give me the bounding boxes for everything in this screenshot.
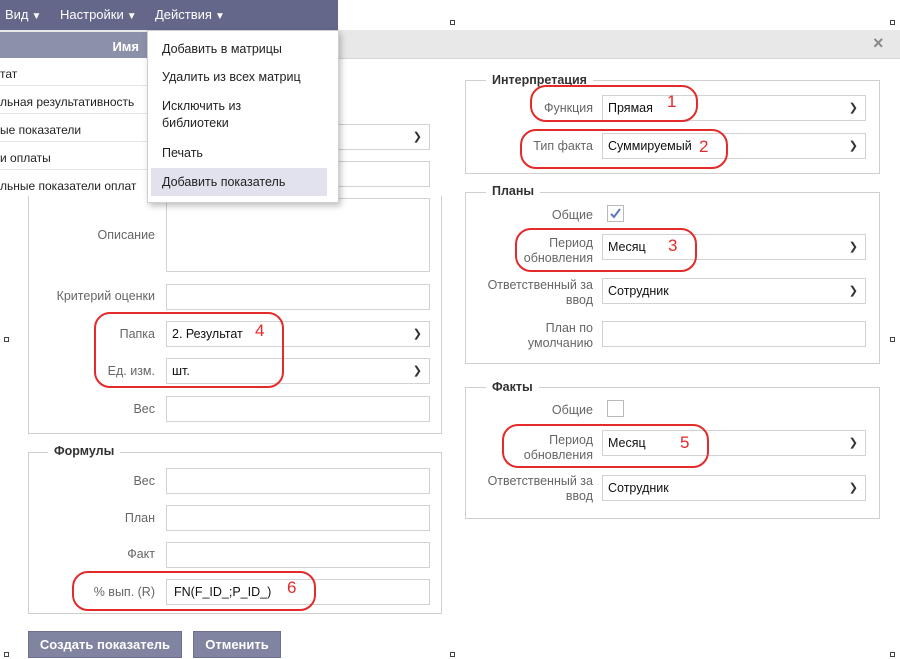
chevron-down-icon: ❯ [412,328,422,340]
formula-weight-label: Вес [133,474,155,488]
formula-weight-input[interactable] [166,468,430,494]
facts-responsible-select[interactable]: Сотрудник ❯ [602,475,866,501]
menu-settings-label: Настройки [60,7,124,22]
formulas-legend: Формулы [48,444,121,458]
chevron-down-icon: ❯ [848,102,858,114]
description-textarea[interactable] [166,198,430,272]
resize-handle[interactable] [4,337,9,342]
menu-settings[interactable]: Настройки ▼ [60,7,137,22]
menu-item-exclude-from-library[interactable]: Исключить из библиотеки [162,98,241,132]
plans-responsible-select[interactable]: Сотрудник ❯ [602,278,866,304]
criterion-label: Критерий оценки [56,289,155,303]
formula-fact-input[interactable] [166,542,430,568]
annotation-oval [520,129,728,169]
resize-handle[interactable] [890,652,895,657]
annotation-number: 3 [668,236,678,255]
close-icon[interactable]: × [873,33,884,54]
plans-default-input[interactable] [602,321,866,347]
resize-handle[interactable] [890,20,895,25]
plans-default-label: План по умолчанию [527,321,593,350]
menu-item-add-to-matrices[interactable]: Добавить в матрицы [162,41,282,58]
checkmark-icon [610,208,621,219]
create-indicator-button[interactable]: Создать показатель [28,631,182,658]
chevron-down-icon: ▼ [126,11,137,22]
menu-view-label: Вид [5,7,29,22]
menu-actions[interactable]: Действия ▼ [155,7,225,22]
annotation-number: 5 [680,433,690,452]
list-item[interactable]: льная результативность [0,86,147,114]
chevron-down-icon: ❯ [848,437,858,449]
facts-responsible-label: Ответственный за ввод [487,474,593,503]
annotation-number: 6 [287,578,297,597]
facts-responsible-value: Сотрудник [608,481,669,495]
chevron-down-icon: ❯ [412,131,422,143]
chevron-down-icon: ▼ [31,11,42,22]
annotation-number: 1 [667,92,677,111]
formula-plan-input[interactable] [166,505,430,531]
menu-actions-label: Действия [155,7,212,22]
annotation-oval [72,571,316,611]
description-label: Описание [97,228,155,242]
plans-common-checkbox[interactable] [607,205,624,222]
facts-common-label: Общие [551,403,593,417]
list-item[interactable]: льные показатели оплат [0,170,147,198]
resize-handle[interactable] [890,337,895,342]
menu-view[interactable]: Вид ▼ [5,7,41,22]
chevron-down-icon: ❯ [848,140,858,152]
weight-label: Вес [133,402,155,416]
annotation-oval [502,424,709,468]
list-item[interactable]: тат [0,58,147,86]
plans-responsible-value: Сотрудник [608,284,669,298]
plans-responsible-label: Ответственный за ввод [487,278,593,307]
chevron-down-icon: ❯ [848,285,858,297]
criterion-input[interactable] [166,284,430,310]
resize-handle[interactable] [450,20,455,25]
chevron-down-icon: ❯ [848,482,858,494]
chevron-down-icon: ❯ [412,365,422,377]
annotation-number: 2 [699,137,709,156]
menu-item-remove-from-matrices[interactable]: Удалить из всех матриц [162,69,301,86]
facts-legend: Факты [486,380,539,394]
list-item[interactable]: ые показатели [0,114,147,142]
chevron-down-icon: ❯ [848,241,858,253]
cancel-button[interactable]: Отменить [193,631,281,658]
chevron-down-icon: ▼ [214,11,225,22]
plans-common-label: Общие [551,208,593,222]
menu-item-add-indicator[interactable]: Добавить показатель [162,174,285,191]
list-item[interactable]: и оплаты [0,142,147,170]
indicator-list: тат льная результативность ые показатели… [0,58,147,198]
formula-plan-label: План [124,511,155,525]
weight-input[interactable] [166,396,430,422]
plans-legend: Планы [486,184,541,198]
name-column-header[interactable]: Имя [0,32,147,58]
annotation-number: 4 [255,321,265,340]
menu-item-print[interactable]: Печать [162,145,203,162]
menubar: Вид ▼ Настройки ▼ Действия ▼ [0,0,338,30]
resize-handle[interactable] [450,652,455,657]
facts-common-checkbox[interactable] [607,400,624,417]
actions-dropdown-menu: Добавить в матрицы Удалить из всех матри… [147,30,339,203]
resize-handle[interactable] [4,652,9,657]
formula-fact-label: Факт [127,547,155,561]
